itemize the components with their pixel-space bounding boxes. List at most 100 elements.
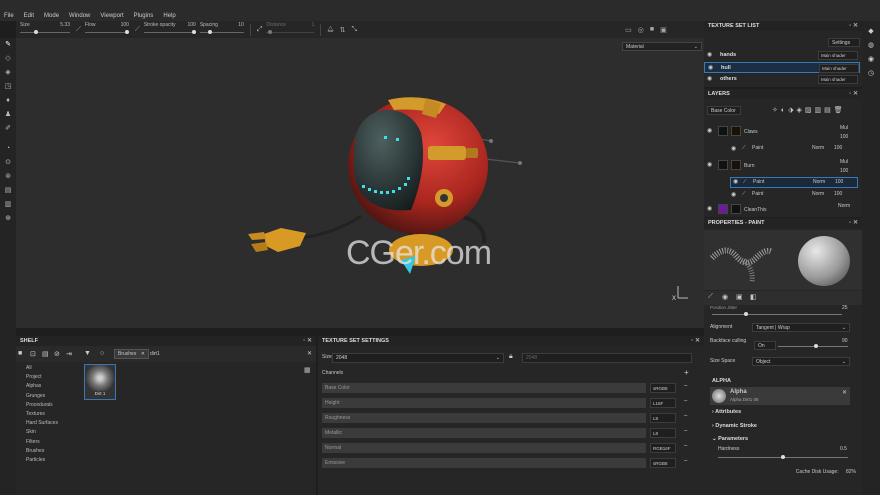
- menu-viewport[interactable]: Viewport: [100, 13, 123, 19]
- effect-item[interactable]: ◉ ⟋ Paint Norm 100: [704, 191, 860, 201]
- category-procedurals[interactable]: Procedurals: [26, 401, 84, 410]
- menu-mode[interactable]: Mode: [44, 13, 59, 19]
- remove-channel-icon[interactable]: –: [684, 398, 687, 404]
- camera-icon[interactable]: ■: [650, 26, 654, 33]
- parameters-section[interactable]: ⌄ Parameters: [712, 436, 748, 442]
- 3d-viewport[interactable]: Material ⌄ CGer.com X: [16, 38, 704, 328]
- filter-chip[interactable]: Brushes ✕: [114, 349, 149, 359]
- size-dropdown[interactable]: 2048 ⌄: [332, 353, 504, 363]
- lock-icon[interactable]: 🔒︎: [509, 353, 513, 361]
- size-height-field[interactable]: 2048: [522, 353, 692, 363]
- channel-format-dropdown[interactable]: L8: [650, 413, 676, 423]
- size-space-dropdown[interactable]: Object ⌄: [752, 357, 850, 366]
- menu-help[interactable]: Help: [163, 13, 175, 19]
- display-settings-icon[interactable]: ▭: [625, 26, 632, 34]
- backface-culling-toggle[interactable]: On: [754, 341, 776, 350]
- menu-file[interactable]: File: [4, 13, 14, 19]
- add-channel-icon[interactable]: +: [684, 368, 689, 377]
- distance-slider[interactable]: Distance 1: [266, 21, 315, 38]
- eye-icon[interactable]: ◉: [731, 145, 736, 152]
- category-project[interactable]: Project: [26, 373, 84, 382]
- panel-window-icons[interactable]: ▫ ✕: [849, 219, 858, 226]
- history-icon[interactable]: ▤: [0, 184, 16, 198]
- effect-item[interactable]: ◉ ⟋ Paint Norm 100: [704, 145, 860, 155]
- size-slider[interactable]: Size 5.33: [20, 21, 70, 38]
- channel-dropdown[interactable]: Base Color: [707, 106, 741, 115]
- eye-icon[interactable]: ◉: [731, 191, 736, 198]
- category-hard-surfaces[interactable]: Hard Surfaces: [26, 419, 84, 428]
- remove-channel-icon[interactable]: –: [684, 458, 687, 464]
- eye-icon[interactable]: ◉: [707, 205, 712, 212]
- shelf-search-input[interactable]: dirt1: [150, 351, 160, 357]
- category-textures[interactable]: Textures: [26, 410, 84, 419]
- new-folder-icon[interactable]: ⊡: [30, 350, 36, 358]
- panel-window-icons[interactable]: ▫ ✕: [303, 337, 312, 344]
- category-alphas[interactable]: Alphas: [26, 382, 84, 391]
- category-particles[interactable]: Particles: [26, 456, 84, 465]
- globe-icon[interactable]: ⊕: [0, 212, 16, 226]
- pen-pressure-icon[interactable]: ⟋: [76, 26, 81, 34]
- remove-channel-icon[interactable]: –: [684, 413, 687, 419]
- panel-window-icons[interactable]: ▫ ✕: [691, 337, 700, 344]
- shader-dropdown[interactable]: Main shader: [818, 51, 858, 60]
- shader-settings-icon[interactable]: ◎: [638, 26, 644, 34]
- shelf-item-thumbnail[interactable]: Dirt 1: [84, 364, 116, 400]
- hide-icon[interactable]: ⊘: [54, 350, 60, 358]
- alpha-slot[interactable]: Alpha Alpha Dirt1 06 ✕: [710, 387, 850, 405]
- eye-icon[interactable]: ◉: [707, 161, 712, 168]
- effect-item-selected[interactable]: ◉ ⟋ Paint Norm 100: [730, 177, 858, 188]
- layers-icon[interactable]: ◆: [862, 27, 880, 35]
- category-grunges[interactable]: Grunges: [26, 392, 84, 401]
- dynamic-stroke-section[interactable]: › Dynamic Stroke: [712, 423, 757, 429]
- texture-set-row[interactable]: ◉ hands Main shader: [704, 50, 860, 61]
- shader-dropdown[interactable]: Main shader: [819, 64, 859, 73]
- display-settings-icon[interactable]: ◉: [862, 55, 880, 63]
- panel-window-icons[interactable]: ▫ ✕: [849, 90, 858, 97]
- settings-dropdown[interactable]: Settings: [828, 38, 860, 47]
- panel-window-icons[interactable]: ▫ ✕: [849, 22, 858, 29]
- display-icon[interactable]: ▥: [0, 198, 16, 212]
- history-icon[interactable]: ◷: [862, 69, 880, 77]
- eye-icon[interactable]: ◉: [707, 127, 712, 134]
- symmetry-toggle-icon[interactable]: ⇅: [340, 26, 346, 34]
- remove-channel-icon[interactable]: –: [684, 383, 687, 389]
- lazy-mouse-icon[interactable]: ⤢: [257, 26, 263, 34]
- import-icon[interactable]: ⇥: [66, 350, 72, 358]
- stroke-opacity-slider[interactable]: Stroke opacity 100: [143, 21, 196, 38]
- category-skin[interactable]: Skin: [26, 428, 84, 437]
- alpha-tab-icon[interactable]: ▣: [736, 293, 743, 301]
- texture-set-row[interactable]: ◉ hull Main shader: [704, 62, 860, 73]
- polygon-fill-icon[interactable]: ◳: [0, 80, 16, 94]
- color-picker-icon[interactable]: ✐: [0, 122, 16, 136]
- channel-format-dropdown[interactable]: sRGB8: [650, 458, 676, 468]
- settings-icon[interactable]: ⊚: [0, 170, 16, 184]
- menu-window[interactable]: Window: [69, 13, 90, 19]
- layer-item[interactable]: ◉ CleanThis Norm: [704, 203, 860, 217]
- menu-edit[interactable]: Edit: [24, 13, 34, 19]
- clone-icon[interactable]: ♟: [0, 108, 16, 122]
- remove-channel-icon[interactable]: –: [684, 428, 687, 434]
- alignment-dropdown[interactable]: Tangent | Wrap ⌄: [752, 323, 850, 332]
- backface-culling-slider[interactable]: [778, 346, 848, 347]
- folder-icon[interactable]: ■: [18, 350, 22, 357]
- eye-icon[interactable]: ◉: [707, 74, 712, 85]
- eraser-icon[interactable]: ◇: [0, 52, 16, 66]
- remove-channel-icon[interactable]: –: [684, 443, 687, 449]
- render-icon[interactable]: ▣: [660, 26, 667, 34]
- brush-tab-icon[interactable]: ⟋: [708, 293, 713, 301]
- close-icon[interactable]: ✕: [307, 350, 312, 357]
- eye-icon[interactable]: ◉: [708, 63, 713, 74]
- bake-icon[interactable]: ◔: [0, 142, 16, 156]
- projection-icon[interactable]: ◈: [0, 66, 16, 80]
- symmetry-icon[interactable]: ⧋: [327, 26, 333, 34]
- channel-format-dropdown[interactable]: L8: [650, 428, 676, 438]
- channel-format-dropdown[interactable]: sRGB8: [650, 383, 676, 393]
- toggle-icon[interactable]: ⊙: [0, 156, 16, 170]
- grid-snap-icon[interactable]: ⤡: [352, 26, 358, 34]
- spacing-slider[interactable]: Spacing 10: [199, 21, 244, 38]
- filter-icon[interactable]: ▼: [84, 350, 91, 357]
- paint-brush-icon[interactable]: ✎: [0, 38, 16, 52]
- texture-set-row[interactable]: ◉ others Main shader: [704, 74, 860, 85]
- position-jitter-slider[interactable]: [712, 314, 842, 315]
- eye-icon[interactable]: ◉: [707, 50, 712, 61]
